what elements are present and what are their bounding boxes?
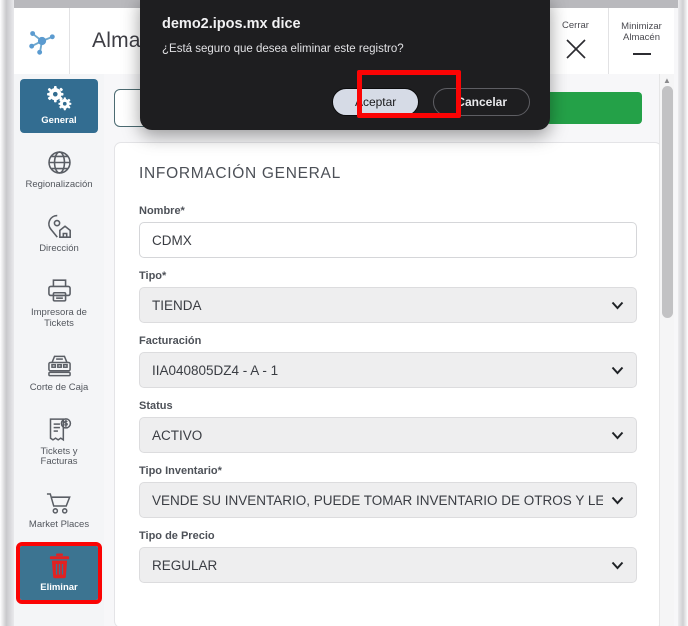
sidebar-item-market-places[interactable]: Market Places — [20, 483, 98, 537]
field-label: Tipo Inventario* — [139, 465, 222, 477]
main-content: INFORMACIÓN GENERAL Nombre* CDMX Tipo* T… — [104, 74, 674, 626]
window-left-edge — [0, 0, 14, 626]
shopping-cart-icon — [46, 493, 71, 515]
chevron-down-icon — [611, 366, 624, 374]
sidebar-item-regionalizacion[interactable]: Regionalización — [20, 142, 98, 197]
nombre-input[interactable]: CDMX — [139, 222, 637, 258]
close-button[interactable]: Cerrar — [542, 8, 608, 74]
field-label: Nombre* — [139, 205, 185, 217]
sidebar-item-corte-de-caja[interactable]: Corte de Caja — [20, 345, 98, 400]
invoice-dollar-icon — [49, 417, 71, 441]
app-body: General Regionalización Dirección Impres… — [14, 74, 674, 626]
sidebar-item-label: Regionalización — [25, 178, 93, 190]
field-facturacion: Facturación IIA040805DZ4 - A - 1 — [139, 335, 637, 388]
sidebar-item-label: Tickets y Facturas — [40, 445, 78, 468]
field-tipo-inventario: Tipo Inventario* VENDE SU INVENTARIO, PU… — [139, 465, 637, 518]
sidebar-item-general[interactable]: General — [20, 79, 98, 133]
field-nombre: Nombre* CDMX — [139, 205, 637, 258]
select-value: TIENDA — [152, 297, 202, 313]
sidebar-item-label: Impresora de Tickets — [31, 306, 87, 329]
minimize-button[interactable]: Minimizar Almacén — [608, 8, 674, 74]
scrollbar-thumb[interactable] — [662, 86, 673, 318]
trash-icon — [49, 553, 69, 579]
select-value: VENDE SU INVENTARIO, PUEDE TOMAR INVENTA… — [152, 492, 603, 508]
select-value: ACTIVO — [152, 427, 203, 443]
window-right-edge — [678, 0, 688, 626]
status-select[interactable]: ACTIVO — [139, 417, 637, 453]
field-label: Status — [139, 400, 173, 412]
gears-icon — [47, 86, 72, 111]
sidebar-item-direccion[interactable]: Dirección — [20, 206, 98, 261]
sidebar-item-label: General — [41, 115, 77, 126]
general-info-card: INFORMACIÓN GENERAL Nombre* CDMX Tipo* T… — [114, 142, 662, 626]
dialog-title: demo2.ipos.mx dice — [162, 16, 301, 32]
printer-icon — [47, 279, 71, 302]
minimize-button-label: Minimizar Almacén — [621, 20, 662, 43]
select-value: IIA040805DZ4 - A - 1 — [152, 362, 279, 378]
tipo-select[interactable]: TIENDA — [139, 287, 637, 323]
sidebar: General Regionalización Dirección Impres… — [14, 74, 104, 626]
sidebar-item-impresora-de-tickets[interactable]: Impresora de Tickets — [20, 270, 98, 336]
globe-icon — [47, 151, 71, 174]
card-title: INFORMACIÓN GENERAL — [139, 165, 341, 182]
sidebar-item-label: Corte de Caja — [29, 381, 89, 393]
tipo-inventario-select[interactable]: VENDE SU INVENTARIO, PUEDE TOMAR INVENTA… — [139, 482, 637, 518]
sidebar-item-tickets-y-facturas[interactable]: Tickets y Facturas — [20, 409, 98, 475]
chevron-down-icon — [611, 301, 624, 309]
chevron-down-icon — [611, 561, 624, 569]
sidebar-item-label: Eliminar — [40, 582, 78, 594]
sidebar-item-label: Market Places — [28, 519, 90, 531]
app-window: Almacén Cerrar Minimizar Almacén General… — [0, 0, 688, 626]
tipo-de-precio-select[interactable]: REGULAR — [139, 547, 637, 583]
dialog-message: ¿Está seguro que desea eliminar este reg… — [162, 43, 404, 55]
field-label: Tipo de Precio — [139, 530, 215, 542]
app-logo[interactable] — [14, 8, 70, 74]
confirm-dialog: demo2.ipos.mx dice ¿Está seguro que dese… — [140, 0, 550, 130]
field-label: Tipo* — [139, 270, 167, 282]
chevron-down-icon — [611, 431, 624, 439]
primary-action-button[interactable] — [546, 92, 642, 124]
minimize-dash-icon — [632, 53, 651, 56]
network-nodes-icon — [28, 31, 55, 55]
close-button-label: Cerrar — [562, 20, 589, 32]
field-label: Facturación — [139, 335, 202, 347]
field-status: Status ACTIVO — [139, 400, 637, 453]
scroll-up-arrow-icon[interactable]: ▲ — [663, 76, 671, 85]
chevron-down-icon — [611, 496, 624, 504]
field-tipo-de-precio: Tipo de Precio REGULAR — [139, 530, 637, 583]
close-x-icon — [565, 39, 586, 59]
cash-register-icon — [47, 355, 71, 376]
vertical-scrollbar[interactable]: ▲ — [659, 74, 674, 626]
sidebar-item-label: Dirección — [39, 242, 79, 254]
facturacion-select[interactable]: IIA040805DZ4 - A - 1 — [139, 352, 637, 388]
field-tipo: Tipo* TIENDA — [139, 270, 637, 323]
accept-button-highlight-annotation — [357, 70, 461, 118]
sidebar-item-eliminar[interactable]: Eliminar — [16, 542, 102, 605]
map-pin-house-icon — [47, 214, 71, 238]
select-value: REGULAR — [152, 557, 218, 573]
